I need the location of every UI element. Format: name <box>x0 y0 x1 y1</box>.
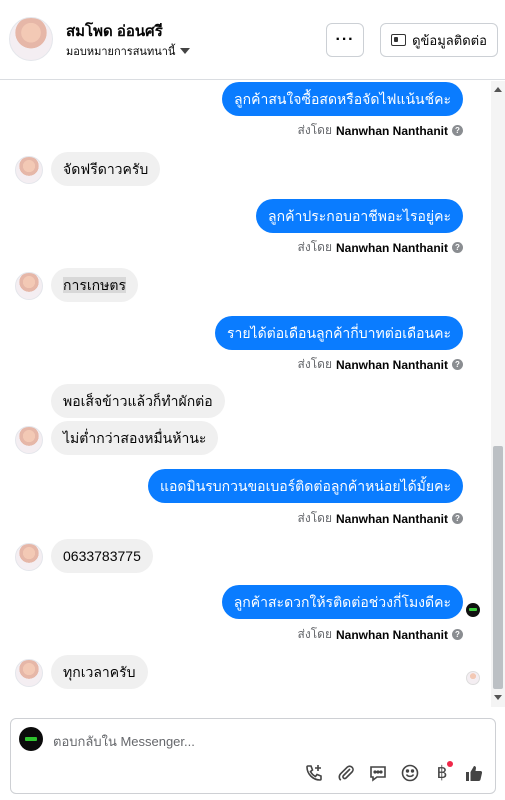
message-bubble-incoming[interactable]: การเกษตร <box>51 268 138 302</box>
page-read-receipt-icon <box>466 603 480 617</box>
scrollbar-thumb[interactable] <box>493 446 503 689</box>
phone-plus-icon[interactable] <box>303 762 325 784</box>
contact-avatar-small <box>15 156 43 184</box>
chat-scrollbar[interactable] <box>491 81 505 707</box>
contact-avatar-small <box>15 659 43 687</box>
highlighted-text: การเกษตร <box>63 277 126 293</box>
message-thread: ลูกค้าสนใจซื้อสดหรือจัดไฟแน้นช์คะ ส่งโดย… <box>0 81 491 707</box>
thumbs-up-icon[interactable] <box>463 762 485 784</box>
message-bubble-outgoing[interactable]: รายได้ต่อเดือนลูกค้ากี่บาทต่อเดือนคะ <box>214 316 463 350</box>
attachment-icon[interactable] <box>335 762 357 784</box>
contact-name[interactable]: สมโพด อ่อนศรี <box>66 19 163 43</box>
assign-conversation-dropdown[interactable]: มอบหมายการสนทนานี้ <box>66 42 191 60</box>
message-bubble-outgoing[interactable]: ลูกค้าสะดวกให้รติดต่อช่วงกี่โมงดีคะ <box>221 585 463 619</box>
message-bubble-incoming[interactable]: 0633783775 <box>51 539 153 573</box>
help-icon[interactable]: ? <box>452 125 463 136</box>
sent-by-label: ส่งโดย Nanwhan Nanthanit ? <box>298 238 463 257</box>
message-bubble-incoming[interactable]: ทุกเวลาครับ <box>51 655 148 689</box>
composer-toolbar: ฿ <box>303 761 485 784</box>
view-contact-label: ดูข้อมูลติดต่อ <box>412 32 487 48</box>
message-bubble-incoming[interactable]: ไม่ต่ำกว่าสองหมื่นห้านะ <box>51 421 219 455</box>
scroll-up-arrow-icon[interactable] <box>494 87 502 92</box>
sent-by-label: ส่งโดย Nanwhan Nanthanit ? <box>298 509 463 528</box>
contact-avatar[interactable] <box>9 17 53 61</box>
contact-read-receipt-icon <box>466 671 480 685</box>
chat-bubble-icon[interactable] <box>367 762 389 784</box>
help-icon[interactable]: ? <box>452 629 463 640</box>
reply-input[interactable] <box>53 731 473 751</box>
contact-avatar-small <box>15 543 43 571</box>
message-bubble-outgoing[interactable]: ลูกค้าประกอบอาชีพอะไรอยู่คะ <box>256 199 463 233</box>
baht-icon[interactable]: ฿ <box>431 761 453 784</box>
message-bubble-incoming[interactable]: จัดฟรีดาวครับ <box>51 152 161 186</box>
conversation-header: สมโพด อ่อนศรี มอบหมายการสนทนานี้ ··· ดูข… <box>0 0 505 80</box>
assign-conversation-label: มอบหมายการสนทนานี้ <box>66 46 176 58</box>
sent-by-label: ส่งโดย Nanwhan Nanthanit ? <box>298 355 463 374</box>
help-icon[interactable]: ? <box>452 359 463 370</box>
scroll-down-arrow-icon[interactable] <box>494 695 502 700</box>
ellipsis-icon: ··· <box>335 31 355 48</box>
reply-composer: ฿ <box>10 718 496 794</box>
more-options-button[interactable]: ··· <box>326 23 364 57</box>
sent-by-label: ส่งโดย Nanwhan Nanthanit ? <box>298 625 463 644</box>
help-icon[interactable]: ? <box>452 242 463 253</box>
contact-avatar-small <box>15 426 43 454</box>
contact-card-icon <box>391 34 407 46</box>
message-bubble-incoming[interactable]: พอเส็จข้าวแล้วก็ทำผักต่อ <box>51 384 225 418</box>
message-bubble-outgoing[interactable]: ลูกค้าสนใจซื้อสดหรือจัดไฟแน้นช์คะ <box>222 82 463 116</box>
caret-down-icon <box>180 48 191 54</box>
sent-by-label: ส่งโดย Nanwhan Nanthanit ? <box>298 121 463 140</box>
view-contact-button[interactable]: ดูข้อมูลติดต่อ <box>380 23 498 57</box>
page-logo-icon <box>19 727 43 751</box>
help-icon[interactable]: ? <box>452 513 463 524</box>
contact-avatar-small <box>15 272 43 300</box>
notification-dot <box>447 761 453 767</box>
message-bubble-outgoing[interactable]: แอดมินรบกวนขอเบอร์ติดต่อลูกค้าหน่อยได้มั… <box>147 469 463 503</box>
emoji-icon[interactable] <box>399 762 421 784</box>
